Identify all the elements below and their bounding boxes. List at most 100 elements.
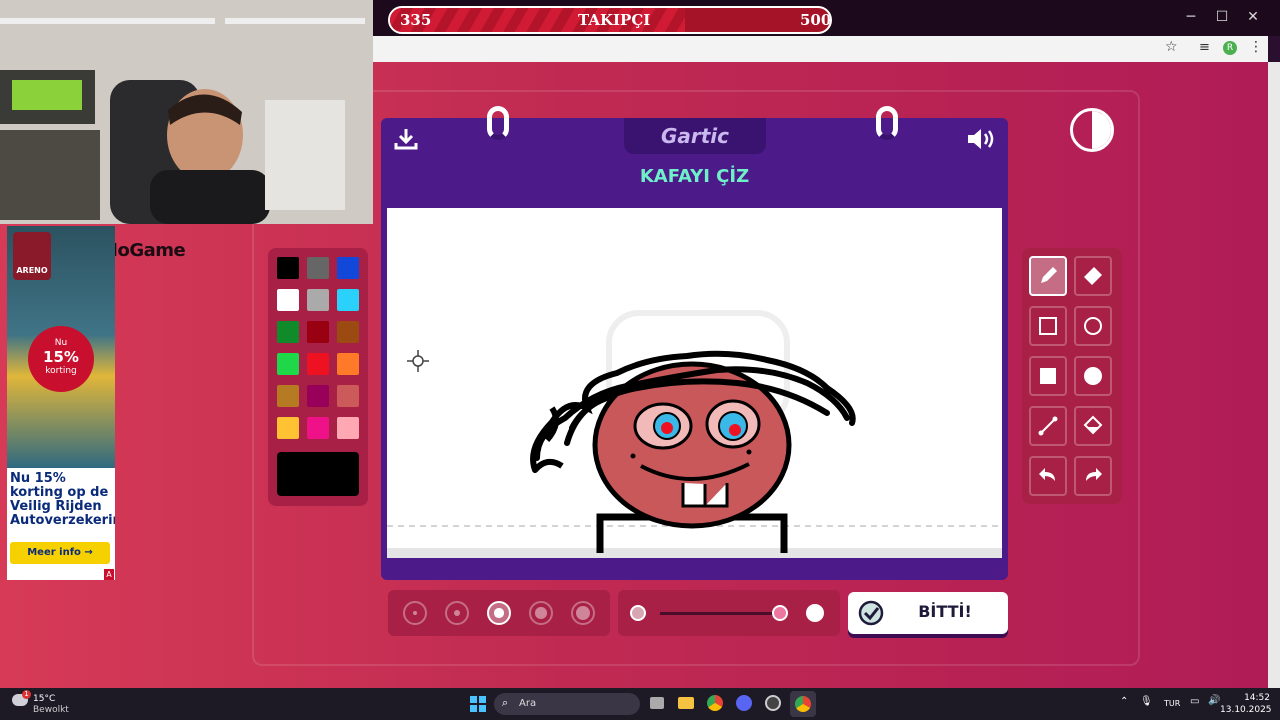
- color-swatch[interactable]: [277, 353, 299, 375]
- eraser-tool-button[interactable]: [1074, 256, 1112, 296]
- search-icon: ⌕: [502, 696, 509, 709]
- color-swatch[interactable]: [307, 289, 329, 311]
- ad-text: Nu 15% korting op de Veilig Rijden Autov…: [10, 471, 115, 528]
- network-icon[interactable]: ▭: [1190, 696, 1199, 707]
- file-explorer-icon[interactable]: [678, 697, 694, 709]
- line-icon: [1038, 416, 1058, 436]
- ad-more-info-button[interactable]: Meer info →: [10, 542, 110, 564]
- media-controls-icon[interactable]: ≡: [1199, 40, 1210, 55]
- page-scrollbar[interactable]: [1268, 62, 1280, 688]
- undo-tool-button[interactable]: [1029, 456, 1067, 496]
- discord-icon[interactable]: [736, 695, 752, 711]
- weather-desc: Bewolkt: [33, 705, 69, 715]
- crosshair-cursor-icon: [407, 350, 429, 376]
- taskbar: 1 15°C Bewolkt ⌕ Ara ⌃ 🎙 TUR ▭ 🔊 14:52 1…: [0, 688, 1280, 720]
- weather-badge: 1: [22, 690, 31, 699]
- color-swatch[interactable]: [277, 417, 299, 439]
- download-icon[interactable]: [393, 126, 419, 156]
- opacity-high-icon: [806, 604, 824, 622]
- ad-discount-badge: Nu 15% korting: [28, 326, 94, 392]
- taskbar-search[interactable]: ⌕ Ara: [494, 693, 640, 715]
- fill-bucket-tool-button[interactable]: [1074, 406, 1112, 446]
- contrast-toggle-icon[interactable]: [1070, 108, 1114, 152]
- maximize-button[interactable]: ☐: [1207, 9, 1237, 25]
- brush-size-dot: [453, 609, 461, 617]
- opacity-slider-thumb[interactable]: [771, 605, 788, 621]
- webcam-image: [0, 0, 373, 224]
- brush-size-dot: [576, 606, 590, 620]
- follower-goal-bar: 335 TAKIPÇI 500: [388, 6, 832, 34]
- drawing: [387, 310, 1002, 558]
- browser-menu-icon[interactable]: ⋮: [1249, 39, 1263, 55]
- color-swatch[interactable]: [307, 417, 329, 439]
- volume-icon[interactable]: 🔊: [1208, 695, 1220, 706]
- browser-toolbar: ☆ ≡ R ⋮: [373, 36, 1268, 62]
- bookmark-star-icon[interactable]: ☆: [1165, 39, 1178, 55]
- color-swatch[interactable]: [337, 385, 359, 407]
- follower-goal: 500: [800, 11, 832, 29]
- color-swatch[interactable]: [337, 321, 359, 343]
- circle-fill-tool-button[interactable]: [1074, 356, 1112, 396]
- pencil-tool-button[interactable]: [1029, 256, 1067, 296]
- line-tool-button[interactable]: [1029, 406, 1067, 446]
- follower-current: 335: [400, 11, 432, 29]
- check-icon: [858, 600, 884, 630]
- close-window-button[interactable]: ✕: [1238, 9, 1268, 25]
- circle-outline-icon: [1084, 317, 1102, 335]
- chrome-active-tile[interactable]: [790, 691, 816, 717]
- start-button-icon[interactable]: [470, 696, 486, 712]
- clock-time[interactable]: 14:52: [1228, 693, 1270, 703]
- color-swatch[interactable]: [307, 385, 329, 407]
- redo-tool-button[interactable]: [1074, 456, 1112, 496]
- square-fill-tool-button[interactable]: [1029, 356, 1067, 396]
- color-swatch[interactable]: [277, 257, 299, 279]
- gartic-logo: Gartic: [660, 124, 730, 148]
- drawing-canvas[interactable]: [387, 208, 1002, 558]
- circle-outline-tool-button[interactable]: [1074, 306, 1112, 346]
- color-swatch[interactable]: [307, 353, 329, 375]
- language-indicator[interactable]: TUR: [1164, 699, 1180, 708]
- brush-size-button[interactable]: [529, 601, 553, 625]
- drawing-board: Gartic KAFAYI ÇİZ: [381, 106, 1008, 580]
- brush-size-button[interactable]: [403, 601, 427, 625]
- weather-temp: 15°C: [33, 694, 56, 704]
- profile-avatar[interactable]: R: [1223, 41, 1237, 55]
- tray-chevron-icon[interactable]: ⌃: [1120, 696, 1128, 707]
- minimize-button[interactable]: ─: [1176, 9, 1206, 25]
- color-swatch[interactable]: [277, 321, 299, 343]
- drawing-pupil-left: [661, 422, 673, 434]
- chrome-icon[interactable]: [707, 695, 723, 711]
- drawing-dimple-right: [746, 449, 752, 455]
- brush-size-button[interactable]: [487, 601, 511, 625]
- sound-icon[interactable]: [965, 126, 997, 156]
- ad-badge-line2: 15%: [43, 348, 79, 366]
- color-swatch[interactable]: [337, 353, 359, 375]
- brush-size-panel: [388, 590, 610, 636]
- canvas-page-edge: [387, 548, 1002, 558]
- brush-size-button[interactable]: [445, 601, 469, 625]
- color-swatch[interactable]: [337, 257, 359, 279]
- task-view-icon[interactable]: [650, 697, 664, 709]
- ad-logo: ARENO: [13, 232, 51, 280]
- pencil-icon: [1041, 267, 1057, 283]
- follower-label: TAKIPÇI: [578, 11, 651, 29]
- brush-size-button[interactable]: [571, 601, 595, 625]
- opacity-track[interactable]: [660, 612, 786, 615]
- color-swatch[interactable]: [307, 257, 329, 279]
- fill-bucket-icon: [1083, 415, 1103, 435]
- color-swatch[interactable]: [277, 289, 299, 311]
- color-swatch[interactable]: [337, 289, 359, 311]
- square-outline-tool-button[interactable]: [1029, 306, 1067, 346]
- undo-icon: [1039, 468, 1055, 481]
- adchoices-icon[interactable]: A: [104, 569, 114, 580]
- obs-icon[interactable]: [765, 695, 781, 711]
- color-swatch[interactable]: [337, 417, 359, 439]
- color-swatch[interactable]: [307, 321, 329, 343]
- advertisement[interactable]: ARENO Nu 15% korting Nu 15% korting op d…: [7, 226, 115, 580]
- color-swatch[interactable]: [277, 385, 299, 407]
- ad-image: ARENO Nu 15% korting: [7, 226, 115, 468]
- microphone-icon[interactable]: 🎙: [1140, 696, 1153, 707]
- done-button[interactable]: BİTTİ!: [848, 592, 1008, 634]
- binder-ring-left: [487, 106, 509, 140]
- clock-date[interactable]: 13.10.2025: [1220, 705, 1272, 715]
